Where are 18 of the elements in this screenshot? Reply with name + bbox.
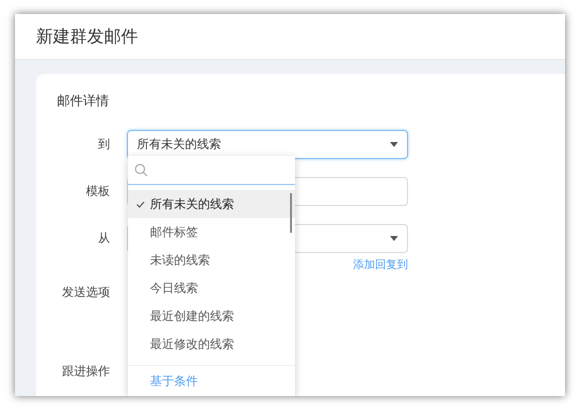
dropdown-item[interactable]: 最近修改的线索 xyxy=(128,330,295,358)
dropdown-item[interactable]: 今日线索 xyxy=(128,274,295,302)
field-label: 到 xyxy=(97,136,110,153)
caret-icon xyxy=(390,142,398,147)
dropdown-item[interactable]: 所有未关的线索 xyxy=(128,190,295,218)
caret-icon xyxy=(390,236,398,241)
window-title: 新建群发邮件 xyxy=(36,26,138,48)
search-icon xyxy=(134,163,148,177)
section-label: 发送选项 xyxy=(61,284,110,301)
dropdown-item[interactable]: 最近创建的线索 xyxy=(128,302,295,330)
dropdown-item[interactable]: 未读的线索 xyxy=(128,246,295,274)
field-label: 从 xyxy=(97,230,110,247)
scrollbar[interactable] xyxy=(290,193,292,233)
field-label: 模板 xyxy=(85,183,110,200)
card-title: 邮件详情 xyxy=(57,93,110,110)
check-icon xyxy=(136,200,145,208)
section-label: 跟进操作 xyxy=(61,363,110,380)
dropdown-item[interactable]: 邮件标签 xyxy=(128,218,295,246)
